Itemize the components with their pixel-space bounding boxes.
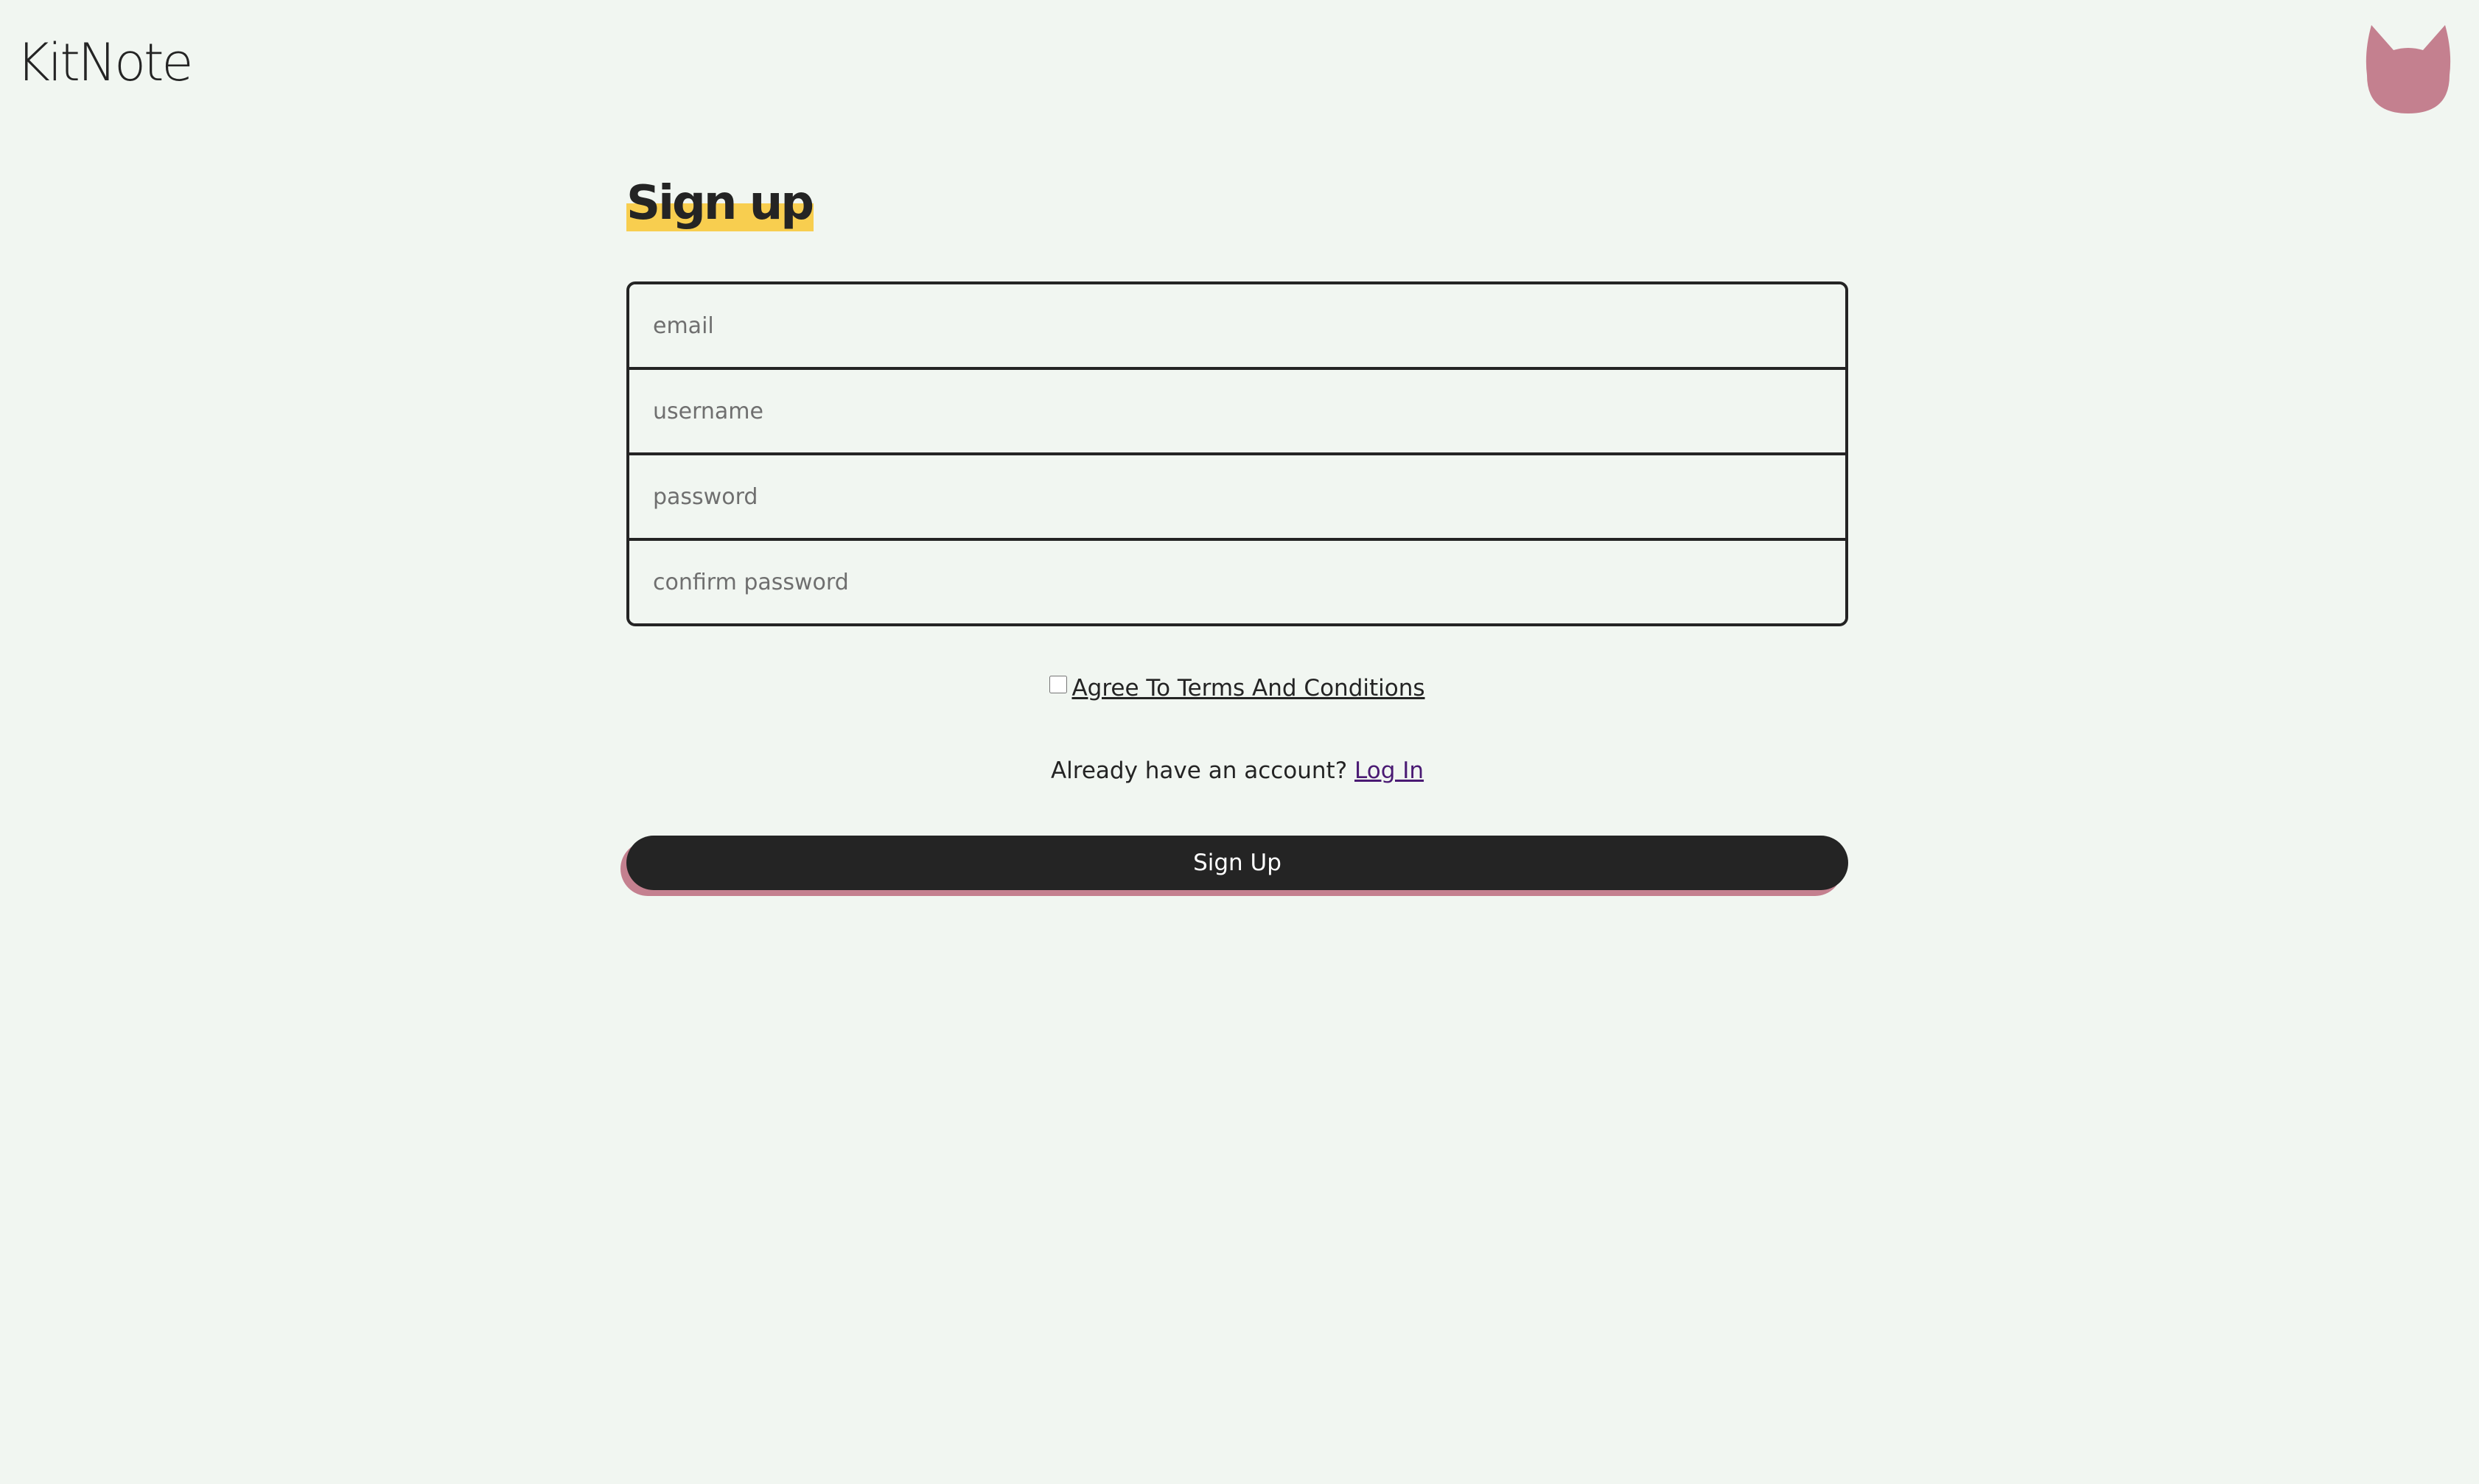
user-avatar[interactable] (2366, 22, 2451, 115)
email-field[interactable] (629, 284, 1845, 370)
page-title-wrap: Sign up (626, 175, 814, 231)
brand-logo: KitNote (16, 32, 194, 93)
cat-head-icon (2366, 25, 2451, 113)
signup-button[interactable]: Sign Up (626, 836, 1848, 890)
login-link[interactable]: Log In (1354, 757, 1424, 784)
signup-fields (626, 281, 1848, 626)
terms-checkbox[interactable] (1049, 676, 1068, 693)
page-title: Sign up (626, 176, 814, 231)
login-prompt-text: Already have an account? (1050, 757, 1348, 784)
confirm-password-field[interactable] (629, 541, 1845, 623)
terms-row: Agree To Terms And Conditions (626, 673, 1848, 703)
signup-form: Sign up Agree To Terms And Conditions Al… (626, 175, 1848, 890)
login-prompt: Already have an account? Log In (626, 756, 1848, 785)
terms-link[interactable]: Agree To Terms And Conditions (1071, 675, 1424, 701)
username-field[interactable] (629, 370, 1845, 455)
password-field[interactable] (629, 455, 1845, 541)
